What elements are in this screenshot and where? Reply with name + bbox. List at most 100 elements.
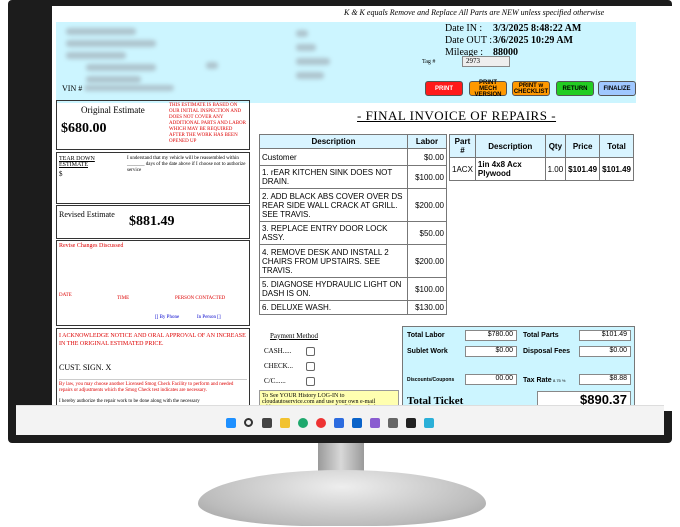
labor-description: 4. REMOVE DESK AND INSTALL 2 CHAIRS FROM…	[259, 244, 408, 278]
contact-box: Revise Changes Discussed DATE TIME PERSO…	[56, 240, 250, 326]
time-label: TIME	[117, 296, 130, 301]
cash-label: CASH.....	[264, 347, 292, 356]
date-label: DATE	[59, 293, 72, 298]
print-checklist-button[interactable]: PRINT w CHECKLIST	[512, 81, 550, 96]
labor-amount: $100.00	[407, 277, 447, 301]
tag-input[interactable]: 2973	[462, 56, 510, 67]
in-person-option[interactable]: In Person []	[197, 315, 221, 320]
parts-table: Part # Description Qty Price Total 1ACX …	[449, 134, 634, 181]
print-button[interactable]: PRINT	[425, 81, 463, 96]
sublet-value[interactable]: $0.00	[465, 346, 517, 357]
chrome-icon[interactable]	[316, 418, 326, 428]
date-out-value: 3/6/2025 10:29 AM	[493, 35, 573, 46]
disposal-value[interactable]: $0.00	[579, 346, 631, 357]
discounts-label: Discounts/Coupons	[407, 377, 455, 383]
settings-icon[interactable]	[388, 418, 398, 428]
vin-label: VIN #	[62, 84, 83, 93]
browser-screen: K & K equals Remove and Replace All Part…	[52, 6, 672, 411]
tax-rate-label: Tax Rate	[523, 377, 552, 384]
windows-icon[interactable]	[226, 418, 236, 428]
customer-signature-label[interactable]: CUST. SIGN. X	[59, 363, 111, 372]
top-note: K & K equals Remove and Replace All Part…	[344, 8, 605, 17]
labor-amount: $50.00	[407, 221, 447, 245]
monitor-base	[198, 470, 486, 526]
estimate-disclaimer: THIS ESTIMATE IS BASED ON OUR INITIAL IN…	[169, 103, 246, 144]
table-row: 1ACX 1in 4x8 Acx Plywood 1.00 $101.49 $1…	[449, 157, 634, 181]
redacted-vin	[84, 85, 175, 91]
redacted-cell	[86, 76, 141, 83]
part-qty: 1.00	[544, 157, 567, 181]
table-row: 5. DIAGNOSE HYDRAULIC LIGHT ON DASH IS O…	[259, 277, 447, 301]
redacted-field	[296, 30, 308, 37]
print-mech-button[interactable]: PRINT MECH VERSION	[469, 80, 507, 98]
tax-rate-value: 8.75 %	[553, 378, 566, 383]
labor-description: 1. rEAR KITCHEN SINK DOES NOT DRAIN.	[259, 165, 408, 189]
date-in-label: Date IN :	[445, 23, 483, 34]
search-icon[interactable]	[244, 418, 253, 427]
teardown-box: TEAR DOWN ESTIMATE $ I understand that m…	[56, 152, 250, 204]
sublet-label: Sublet Work	[407, 348, 448, 355]
by-law-text: By law, you may choose another Licensed …	[59, 379, 247, 394]
app-icon[interactable]	[424, 418, 434, 428]
parts-header-part: Part #	[449, 134, 476, 158]
revised-estimate-label: Revised Estimate	[59, 210, 115, 219]
total-parts-label: Total Parts	[523, 332, 559, 339]
labor-description: 5. DIAGNOSE HYDRAULIC LIGHT ON DASH IS O…	[259, 277, 408, 301]
by-phone-option[interactable]: [] By Phone	[155, 315, 179, 320]
totals-panel: Total Labor $780.00 Total Parts $101.49 …	[402, 326, 635, 410]
payment-method: Payment Method CASH..... CHECK... C/C...…	[264, 332, 394, 386]
cash-checkbox[interactable]	[305, 347, 315, 356]
date-in-value: 3/3/2025 8:48:22 AM	[493, 23, 582, 34]
labor-description: 3. REPLACE ENTRY DOOR LOCK ASSY.	[259, 221, 408, 245]
check-checkbox[interactable]	[305, 362, 315, 371]
return-button[interactable]: RETURN	[556, 81, 594, 96]
redacted-field	[296, 72, 324, 79]
table-row: 6. DELUXE WASH. $130.00	[259, 300, 447, 315]
edge-icon[interactable]	[298, 418, 308, 428]
reassemble-text: I understand that my vehicle will be rea…	[127, 156, 246, 173]
original-estimate-amount: $680.00	[61, 121, 107, 136]
total-labor-label: Total Labor	[407, 332, 445, 339]
acknowledge-text: I ACKNOWLEDGE NOTICE AND ORAL APPROVAL O…	[59, 333, 246, 347]
labor-amount: $0.00	[407, 148, 447, 166]
redacted-name	[66, 28, 136, 35]
parts-header-price: Price	[565, 134, 601, 158]
redacted-address	[66, 40, 156, 47]
check-label: CHECK...	[264, 362, 293, 371]
labor-amount: $200.00	[407, 244, 447, 278]
labor-amount: $200.00	[407, 188, 447, 222]
part-price: $101.49	[565, 157, 601, 181]
store-icon[interactable]	[334, 418, 344, 428]
cc-checkbox[interactable]	[305, 377, 315, 386]
discounts-value[interactable]: 00.00	[465, 374, 517, 385]
table-row: 1. rEAR KITCHEN SINK DOES NOT DRAIN. $100…	[259, 165, 447, 189]
tax-value[interactable]: $8.88	[579, 374, 631, 385]
redacted-field	[296, 44, 316, 51]
finalize-button[interactable]: FINALIZE	[598, 81, 636, 96]
file-explorer-icon[interactable]	[280, 418, 290, 428]
parts-header-description: Description	[474, 134, 546, 158]
labor-header-description: Description	[259, 134, 408, 149]
revised-estimate-amount: $881.49	[129, 214, 175, 229]
person-contacted-label: PERSON CONTACTED	[175, 296, 226, 301]
redacted-field	[206, 62, 218, 69]
labor-description: 2. ADD BLACK ABS COVER OVER DS REAR SIDE…	[259, 188, 408, 222]
teardown-value: $	[59, 170, 63, 178]
redacted-phone	[86, 64, 156, 71]
vin-row: VIN #	[62, 84, 175, 93]
part-total: $101.49	[599, 157, 634, 181]
revise-discussed-label: Revise Changes Discussed	[59, 243, 124, 249]
terminal-icon[interactable]	[406, 418, 416, 428]
task-view-icon[interactable]	[262, 418, 272, 428]
taskbar	[16, 405, 664, 435]
total-parts-value[interactable]: $101.49	[579, 330, 631, 341]
mail-icon[interactable]	[352, 418, 362, 428]
photos-icon[interactable]	[370, 418, 380, 428]
table-row: 2. ADD BLACK ABS COVER OVER DS REAR SIDE…	[259, 188, 447, 222]
date-block: Date IN : 3/3/2025 8:48:22 AM Date OUT :3…	[445, 23, 581, 59]
redacted-city	[66, 52, 126, 59]
part-number: 1ACX	[449, 157, 476, 181]
labor-amount: $100.00	[407, 165, 447, 189]
total-labor-value[interactable]: $780.00	[465, 330, 517, 341]
table-row: Customer $0.00	[259, 148, 447, 166]
